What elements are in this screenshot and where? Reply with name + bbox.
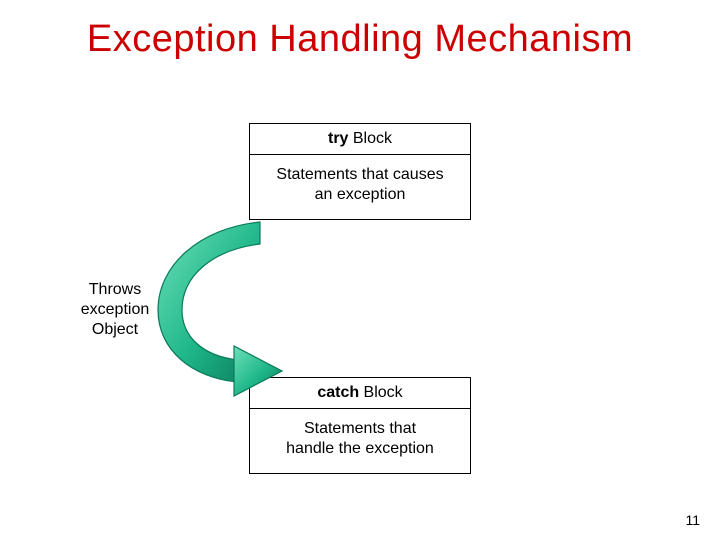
flow-arrow-icon: [140, 210, 320, 400]
page-number: 11: [685, 512, 700, 528]
catch-body-line1: Statements that: [304, 420, 416, 437]
try-body-line2: an exception: [315, 186, 406, 203]
catch-keyword: catch: [317, 384, 359, 401]
slide-title: Exception Handling Mechanism: [0, 18, 720, 61]
catch-block-body: Statements that handle the exception: [250, 409, 470, 473]
catch-header-rest: Block: [359, 384, 403, 401]
throws-line3: Object: [92, 321, 138, 338]
try-body-line1: Statements that causes: [276, 166, 443, 183]
try-block-box: try Block Statements that causes an exce…: [249, 123, 471, 220]
try-keyword: try: [328, 130, 348, 147]
try-block-header: try Block: [250, 124, 470, 155]
throws-line1: Throws: [89, 281, 141, 298]
catch-body-line2: handle the exception: [286, 440, 434, 457]
try-header-rest: Block: [348, 130, 392, 147]
arrow-head: [234, 346, 282, 396]
throws-line2: exception: [81, 301, 150, 318]
